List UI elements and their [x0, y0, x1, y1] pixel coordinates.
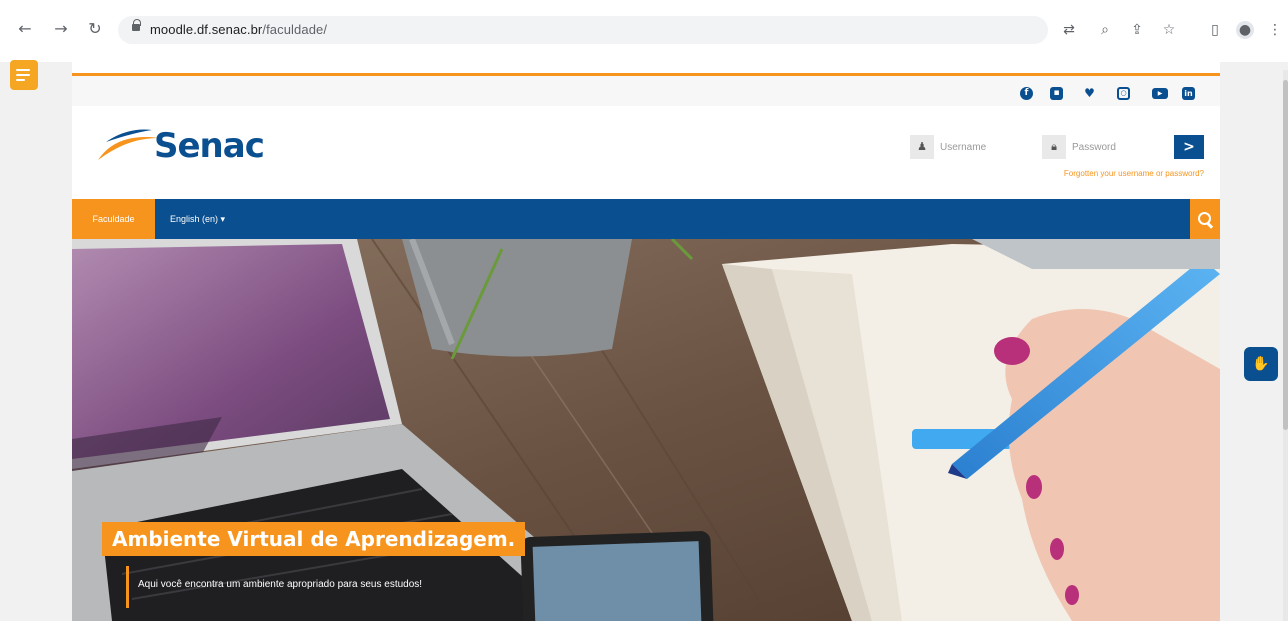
senac-logo[interactable]: Senac	[92, 120, 282, 170]
url-text: moodle.df.senac.br/faculdade/	[150, 22, 328, 37]
lock-icon: 🔒︎	[1042, 135, 1066, 159]
search-icon[interactable]	[1190, 199, 1220, 239]
moodle-page: f ▪ ♥ ○ ▶ in Senac ♟ 🔒︎ > Forgotten your…	[72, 62, 1220, 621]
logo-swoosh-icon	[98, 129, 160, 160]
menu-icon[interactable]: ⋮	[1266, 21, 1284, 39]
nav-item-faculdade[interactable]: Faculdade	[72, 199, 155, 239]
username-input[interactable]	[934, 135, 1030, 159]
main-navbar: Faculdade English (en) ▾	[72, 199, 1220, 239]
accessibility-icon[interactable]: ✋	[1244, 347, 1278, 381]
forgot-password-link[interactable]: Forgotten your username or password?	[1064, 169, 1204, 178]
scrollbar-thumb[interactable]	[1283, 80, 1288, 430]
hero-subtitle-accent	[126, 566, 129, 608]
zoom-icon[interactable]: ⌕	[1096, 21, 1114, 39]
share-icon[interactable]: ⇪	[1128, 21, 1146, 39]
hero-banner: Ambiente Virtual de Aprendizagem. Aqui v…	[72, 239, 1220, 621]
hero-title: Ambiente Virtual de Aprendizagem.	[102, 522, 526, 556]
linkedin-icon[interactable]: in	[1182, 87, 1195, 100]
social-bar: f ▪ ♥ ○ ▶ in	[72, 73, 1220, 106]
hero-image	[72, 239, 1220, 621]
back-icon[interactable]: ←	[16, 20, 34, 38]
forward-icon[interactable]: →	[52, 20, 70, 38]
instagram-icon[interactable]: ○	[1117, 87, 1130, 100]
hero-subtitle: Aqui você encontra um ambiente apropriad…	[138, 579, 423, 590]
lock-icon	[132, 19, 141, 33]
reload-icon[interactable]: ↻	[86, 20, 104, 38]
address-bar[interactable]: moodle.df.senac.br/faculdade/	[118, 16, 1048, 44]
discord-icon[interactable]: ▪	[1050, 87, 1063, 100]
user-icon: ♟	[910, 135, 934, 159]
password-input[interactable]	[1066, 135, 1172, 159]
translate-icon[interactable]: ⇄	[1060, 21, 1078, 39]
profile-icon[interactable]: ●	[1236, 21, 1254, 39]
drawer-toggle-button[interactable]	[10, 60, 38, 90]
twitter-icon[interactable]: ♥	[1083, 87, 1096, 100]
youtube-icon[interactable]: ▶	[1152, 88, 1168, 99]
facebook-icon[interactable]: f	[1020, 87, 1033, 100]
site-header: Senac ♟ 🔒︎ > Forgotten your username or …	[72, 106, 1220, 199]
sidepanel-icon[interactable]: ▯	[1206, 21, 1224, 39]
browser-toolbar: ← → ↻ moodle.df.senac.br/faculdade/ ⇄ ⌕ …	[0, 0, 1288, 62]
username-field-group: ♟	[910, 135, 1040, 159]
language-menu[interactable]: English (en) ▾	[170, 199, 225, 239]
password-field-group: 🔒︎	[1042, 135, 1172, 159]
star-icon[interactable]: ☆	[1160, 21, 1178, 39]
login-submit-button[interactable]: >	[1174, 135, 1204, 159]
